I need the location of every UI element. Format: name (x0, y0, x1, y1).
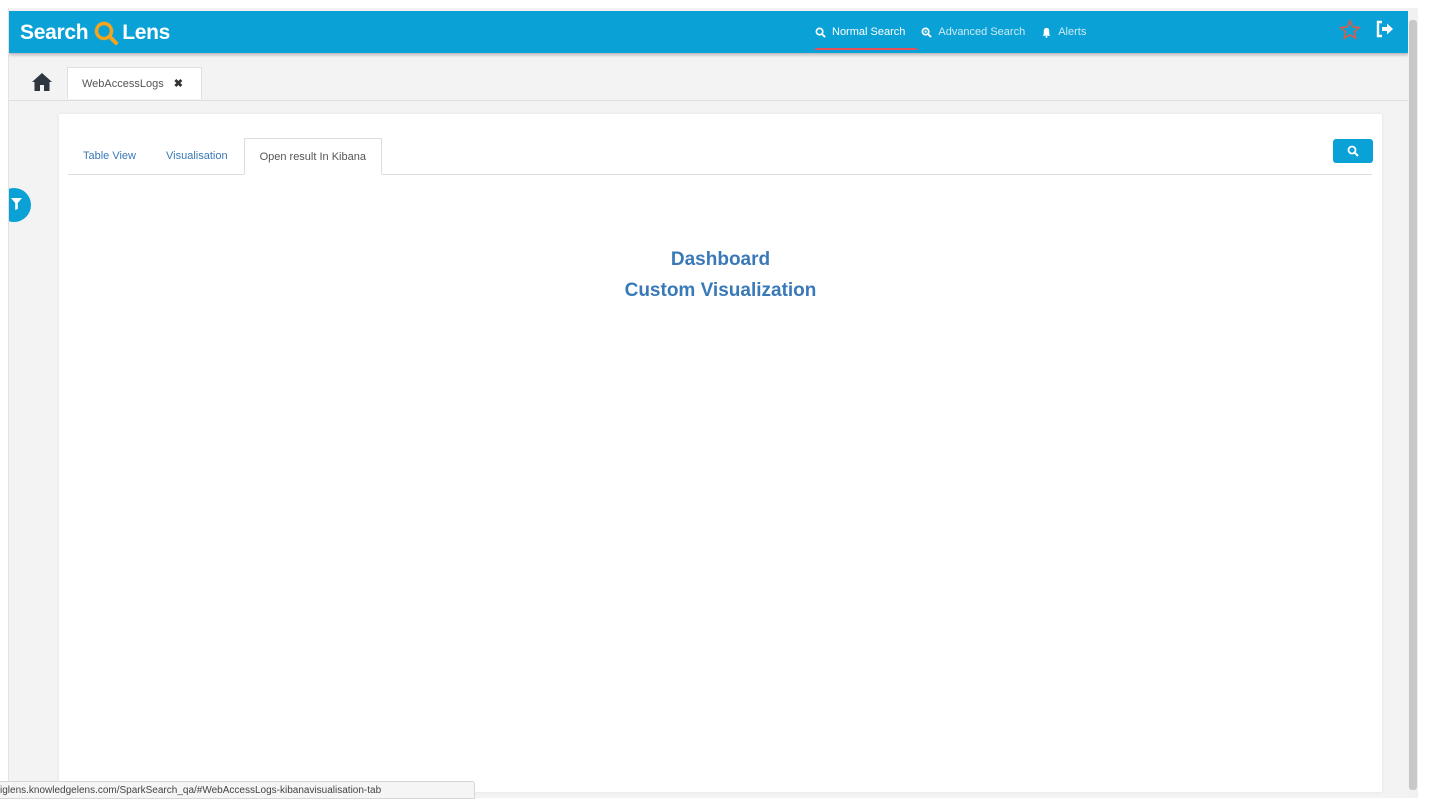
dashboard-link[interactable]: Dashboard (59, 244, 1382, 275)
filter-toggle-button[interactable] (9, 188, 31, 222)
home-icon[interactable] (31, 72, 53, 92)
nav-alerts[interactable]: Alerts (1041, 11, 1086, 53)
page-scrollbar[interactable] (1408, 8, 1418, 798)
search-icon (1347, 145, 1359, 157)
advanced-search-icon (921, 27, 933, 38)
custom-visualization-link[interactable]: Custom Visualization (59, 275, 1382, 306)
document-tabs-bar: WebAccessLogs ✖ (9, 63, 1408, 101)
nav-normal-search[interactable]: Normal Search (815, 11, 918, 53)
magnifier-logo-icon (95, 21, 119, 45)
status-bar-url: iglens.knowledgelens.com/SparkSearch_qa/… (0, 781, 475, 799)
close-icon[interactable]: ✖ (174, 77, 183, 90)
filter-icon (11, 198, 22, 210)
search-icon (815, 27, 826, 38)
star-icon[interactable] (1339, 19, 1361, 41)
top-navbar: Search Lens Normal Search Advanced Searc… (9, 11, 1408, 53)
result-view-tabs: Table View Visualisation Open result In … (68, 138, 1372, 175)
nav-advanced-search-label: Advanced Search (938, 26, 1026, 38)
results-panel: Table View Visualisation Open result In … (59, 114, 1382, 792)
logo-text-search: Search (20, 21, 89, 44)
app-logo[interactable]: Search Lens (20, 20, 170, 46)
nav-advanced-search[interactable]: Advanced Search (921, 11, 1025, 53)
doc-tab-label: WebAccessLogs (82, 77, 164, 90)
search-button[interactable] (1333, 139, 1373, 163)
tab-open-result-in-kibana[interactable]: Open result In Kibana (243, 138, 382, 175)
bell-icon (1042, 27, 1051, 38)
nav-normal-search-label: Normal Search (832, 26, 906, 38)
logout-icon[interactable] (1375, 19, 1395, 39)
kibana-links: Dashboard Custom Visualization (59, 244, 1382, 306)
nav-alerts-label: Alerts (1058, 26, 1087, 38)
doc-tab-webaccesslogs[interactable]: WebAccessLogs ✖ (67, 67, 202, 99)
app-window: Search Lens Normal Search Advanced Searc… (8, 8, 1408, 798)
logo-text-lens: Lens (122, 21, 171, 44)
main-nav: Normal Search Advanced Search Alerts (815, 11, 1102, 53)
tab-visualisation[interactable]: Visualisation (151, 138, 243, 174)
scrollbar-thumb[interactable] (1409, 20, 1417, 790)
tab-table-view[interactable]: Table View (68, 138, 151, 174)
